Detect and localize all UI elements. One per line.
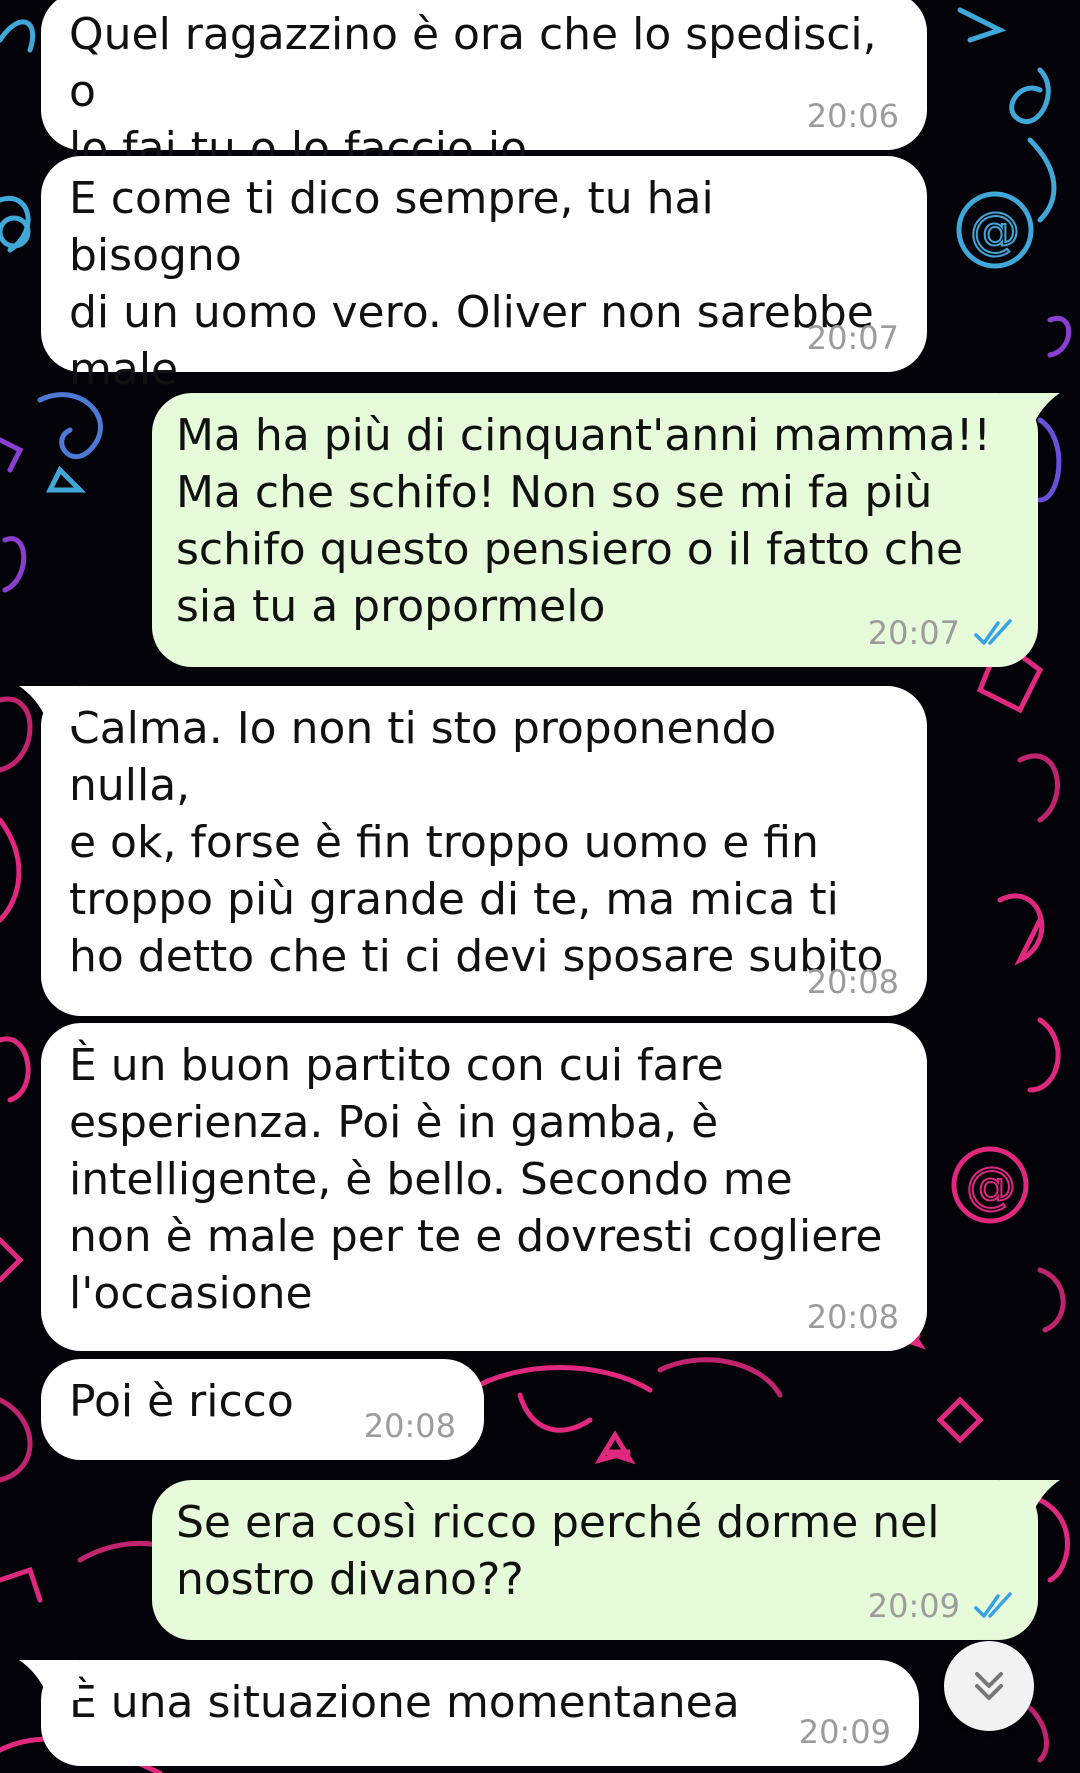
message-timestamp: 20:09 xyxy=(799,1714,891,1750)
timestamp-text: 20:09 xyxy=(798,1713,891,1751)
timestamp-text: 20:08 xyxy=(806,963,899,1001)
message-text: È un buon partito con cui fare esperienz… xyxy=(69,1040,883,1319)
chat-thread[interactable]: Quel ragazzino è ora che lo spedisci, o … xyxy=(0,0,1080,1773)
timestamp-text: 20:06 xyxy=(806,97,899,135)
timestamp-text: 20:08 xyxy=(363,1407,456,1445)
double-check-icon xyxy=(974,619,1012,645)
message-text: Calma. Io non ti sto proponendo nulla, e… xyxy=(69,703,884,982)
bubble-tail xyxy=(1000,1480,1060,1520)
double-check-icon xyxy=(974,1592,1012,1618)
timestamp-text: 20:09 xyxy=(867,1587,960,1625)
message-incoming[interactable]: È una situazione momentanea 20:09 xyxy=(19,1660,919,1766)
double-chevron-down-icon xyxy=(975,1672,1003,1700)
message-text: È una situazione momentanea xyxy=(69,1677,740,1728)
message-timestamp: 20:06 xyxy=(807,98,899,134)
timestamp-text: 20:07 xyxy=(867,614,960,652)
message-text: Quel ragazzino è ora che lo spedisci, o … xyxy=(69,9,877,174)
message-incoming[interactable]: Calma. Io non ti sto proponendo nulla, e… xyxy=(19,686,927,1016)
scroll-to-bottom-button[interactable] xyxy=(944,1641,1034,1731)
bubble-tail xyxy=(19,686,79,726)
message-timestamp: 20:08 xyxy=(807,964,899,1000)
timestamp-text: 20:08 xyxy=(806,1298,899,1336)
message-timestamp: 20:07 xyxy=(868,615,1016,651)
message-text: Ma ha più di cinquant'anni mamma!! Ma ch… xyxy=(176,410,991,632)
bubble-tail xyxy=(19,1660,79,1700)
timestamp-text: 20:07 xyxy=(806,319,899,357)
message-timestamp: 20:09 xyxy=(868,1588,1016,1624)
message-outgoing[interactable]: Ma ha più di cinquant'anni mamma!! Ma ch… xyxy=(152,393,1060,667)
message-timestamp: 20:08 xyxy=(364,1408,456,1444)
message-outgoing[interactable]: Se era così ricco perché dorme nel nostr… xyxy=(152,1480,1060,1640)
message-incoming[interactable]: È un buon partito con cui fare esperienz… xyxy=(41,1023,927,1351)
message-incoming[interactable]: Poi è ricco 20:08 xyxy=(41,1359,484,1460)
message-text: E come ti dico sempre, tu hai bisogno di… xyxy=(69,173,874,395)
message-timestamp: 20:08 xyxy=(807,1299,899,1335)
message-incoming[interactable]: Quel ragazzino è ora che lo spedisci, o … xyxy=(41,0,927,174)
bubble-tail xyxy=(1000,393,1060,433)
message-incoming[interactable]: E come ti dico sempre, tu hai bisogno di… xyxy=(41,156,927,395)
message-timestamp: 20:07 xyxy=(807,320,899,356)
